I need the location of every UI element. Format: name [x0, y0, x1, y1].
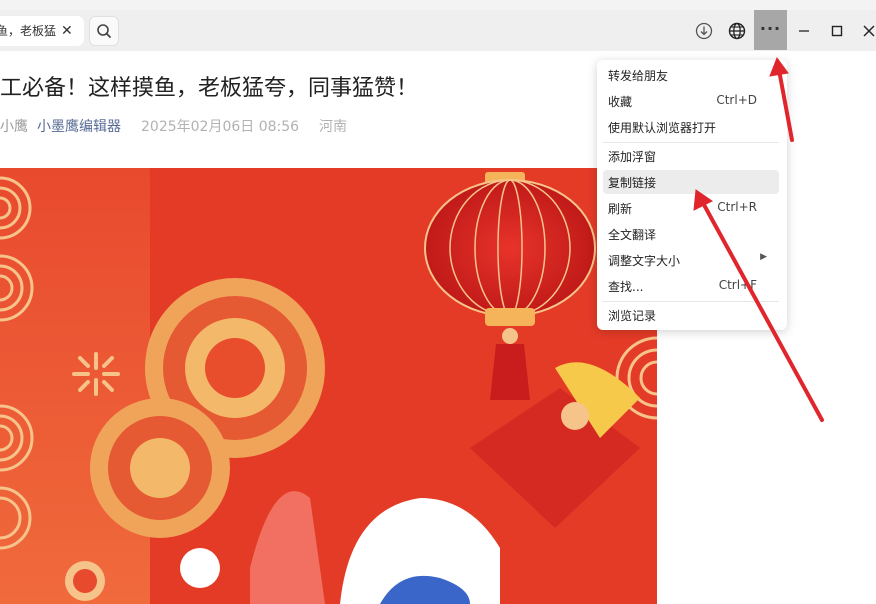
menu-item-open-in-default-browser[interactable]: 使用默认浏览器打开 [603, 115, 779, 139]
menu-item-forward-to-friend[interactable]: 转发给朋友 [603, 63, 779, 87]
search-icon [97, 24, 111, 38]
menu-separator [603, 142, 779, 143]
maximize-icon[interactable] [827, 21, 847, 41]
menu-item-find[interactable]: 查找... Ctrl+F [603, 274, 779, 298]
more-options-button[interactable]: ··· [754, 10, 787, 50]
minimize-icon[interactable] [794, 21, 814, 41]
tab-close-icon[interactable]: ✕ [61, 23, 73, 39]
menu-item-label: 复制链接 [608, 176, 657, 190]
article-author[interactable]: 小鹰 [0, 116, 28, 136]
submenu-arrow-icon: ▶ [760, 252, 767, 262]
menu-item-browsing-history[interactable]: 浏览记录 [603, 303, 779, 327]
download-icon[interactable] [694, 21, 714, 41]
menu-item-label: 查找... [608, 280, 644, 294]
menu-item-label: 浏览记录 [608, 309, 657, 323]
menu-item-label: 使用默认浏览器打开 [608, 121, 717, 135]
menu-item-label: 收藏 [608, 95, 633, 109]
browser-tab[interactable]: 鱼，老板猛 ✕ [0, 16, 84, 46]
menu-item-translate-full-text[interactable]: 全文翻译 [603, 222, 779, 246]
article-hero-image [0, 168, 657, 604]
globe-icon[interactable] [727, 21, 747, 41]
menu-item-shortcut: Ctrl+R [717, 200, 757, 214]
menu-item-refresh[interactable]: 刷新 Ctrl+R [603, 196, 779, 220]
menu-item-shortcut: Ctrl+F [718, 278, 757, 292]
menu-item-label: 调整文字大小 [608, 254, 681, 268]
title-bar: 鱼，老板猛 ✕ ··· [0, 0, 876, 51]
menu-item-label: 全文翻译 [608, 228, 657, 242]
menu-item-adjust-text-size[interactable]: 调整文字大小 ▶ [603, 248, 779, 272]
menu-item-label: 转发给朋友 [608, 69, 669, 83]
menu-item-copy-link[interactable]: 复制链接 [603, 170, 779, 194]
menu-item-favorite[interactable]: 收藏 Ctrl+D [603, 89, 779, 113]
article-date: 2025年02月06日 08:56 [141, 119, 300, 135]
more-options-menu: 转发给朋友 收藏 Ctrl+D 使用默认浏览器打开 添加浮窗 复制链接 刷新 C… [597, 60, 787, 330]
article-title: 工必备！这样摸鱼，老板猛夸，同事猛赞！ [0, 76, 419, 101]
tab-title: 鱼，老板猛 [0, 24, 56, 38]
menu-item-shortcut: Ctrl+D [716, 93, 757, 107]
menu-separator [603, 301, 779, 302]
article-location: 河南 [319, 119, 347, 135]
search-button[interactable] [89, 16, 119, 46]
more-dots-icon: ··· [759, 19, 782, 38]
close-icon[interactable] [859, 21, 876, 41]
article-account-link[interactable]: 小墨鹰编辑器 [37, 116, 121, 136]
menu-item-add-floating-window[interactable]: 添加浮窗 [603, 144, 779, 168]
menu-item-label: 添加浮窗 [608, 150, 657, 164]
menu-item-label: 刷新 [608, 202, 633, 216]
